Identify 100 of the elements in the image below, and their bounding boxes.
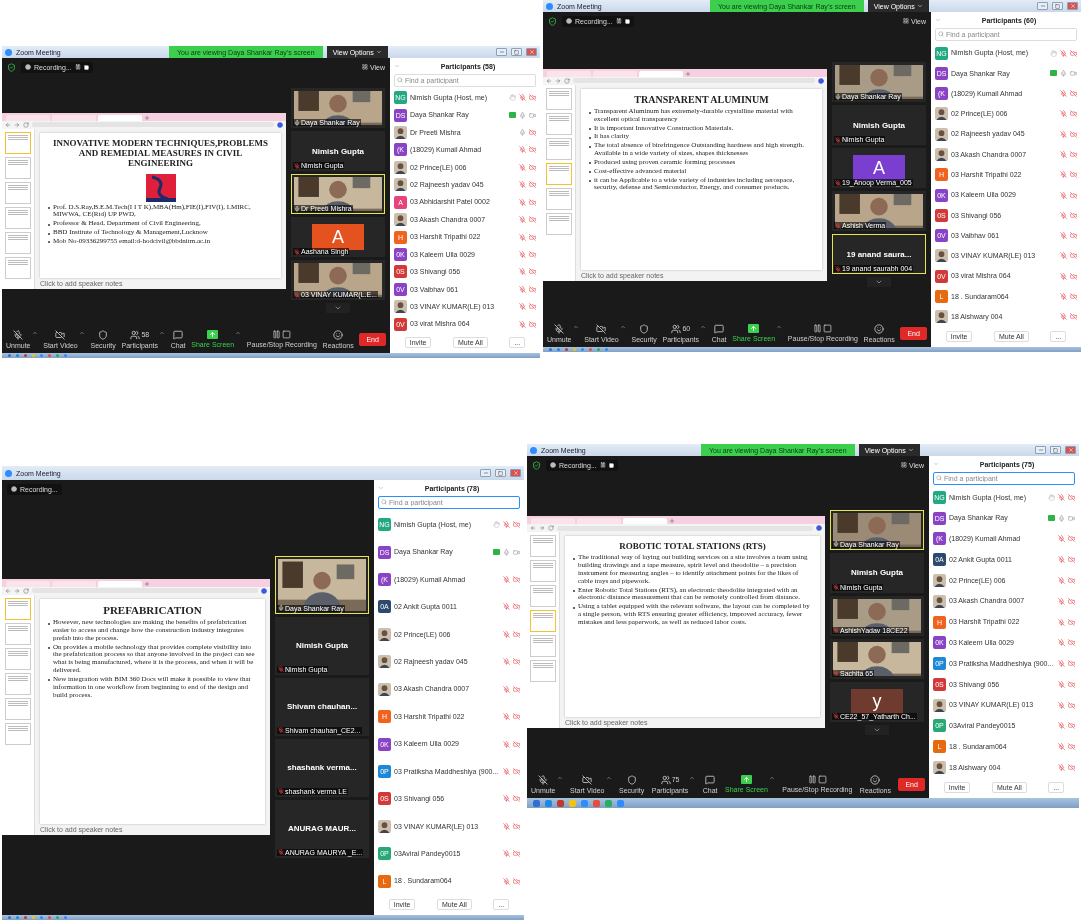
slide-thumbnail[interactable]: [530, 535, 556, 557]
address-field[interactable]: [573, 78, 815, 83]
taskbar-icon[interactable]: [8, 354, 11, 357]
taskbar-icon[interactable]: [8, 916, 11, 919]
browser-tab[interactable]: [98, 580, 142, 587]
taskbar-icon[interactable]: [56, 916, 59, 919]
caret-icon[interactable]: [159, 329, 166, 336]
caret-icon[interactable]: [235, 330, 242, 336]
collapse-icon[interactable]: [935, 17, 941, 23]
caret-icon[interactable]: [572, 323, 579, 330]
browser-tab[interactable]: [577, 518, 621, 524]
browser-tab[interactable]: [623, 518, 667, 524]
collapse-icon[interactable]: [378, 485, 384, 491]
scroll-down-button[interactable]: [326, 303, 350, 313]
minimize-button[interactable]: [480, 469, 491, 477]
slide-thumbnail[interactable]: [5, 722, 31, 745]
caret-icon[interactable]: [556, 774, 563, 781]
browser-tab[interactable]: [593, 70, 637, 77]
taskbar-icon[interactable]: [605, 348, 608, 351]
slide-thumbnail[interactable]: [530, 560, 556, 582]
taskbar-icon[interactable]: [40, 916, 43, 919]
slide-thumbnail[interactable]: [5, 156, 31, 179]
search-icon: [936, 475, 942, 481]
address-field[interactable]: [557, 525, 813, 531]
browser-tab[interactable]: [6, 114, 50, 121]
slide-thumbnail[interactable]: [5, 697, 31, 720]
taskbar-icon[interactable]: [32, 916, 35, 919]
close-button[interactable]: [526, 48, 537, 56]
slide-thumbnail[interactable]: [5, 672, 31, 695]
slide-thumbnail[interactable]: [546, 212, 572, 235]
maximize-button[interactable]: [1050, 446, 1061, 454]
maximize-button[interactable]: [1052, 2, 1063, 10]
slide-title: PREFABRICATION: [103, 603, 202, 617]
taskbar-icon[interactable]: [64, 916, 67, 919]
taskbar-icon[interactable]: [565, 348, 568, 351]
browser-tab[interactable]: [639, 70, 683, 77]
minimize-icon: [1039, 3, 1046, 9]
caret-icon[interactable]: [700, 323, 707, 330]
slide-thumbnail[interactable]: [546, 162, 572, 185]
taskbar-icon[interactable]: [597, 348, 600, 351]
caret-icon[interactable]: [689, 774, 696, 781]
browser-tab[interactable]: [531, 518, 575, 524]
slide-thumbnail[interactable]: [530, 660, 556, 682]
slide-thumbnail[interactable]: [530, 610, 556, 632]
taskbar-icon[interactable]: [581, 348, 584, 351]
taskbar-icon[interactable]: [32, 354, 35, 357]
caret-icon[interactable]: [619, 323, 626, 330]
scroll-down-button[interactable]: [867, 277, 891, 287]
slide-thumbnail[interactable]: [5, 231, 31, 254]
collapse-icon[interactable]: [394, 63, 400, 69]
caret-icon[interactable]: [768, 775, 775, 781]
address-field[interactable]: [32, 588, 258, 593]
taskbar-icon[interactable]: [573, 348, 576, 351]
slide-thumbnail[interactable]: [5, 647, 31, 670]
browser-tab[interactable]: [547, 70, 591, 77]
slide-thumbnail[interactable]: [5, 597, 31, 620]
caret-icon[interactable]: [31, 329, 38, 336]
minimize-button[interactable]: [496, 48, 507, 56]
maximize-button[interactable]: [511, 48, 522, 56]
taskbar-icon[interactable]: [64, 354, 67, 357]
browser-tab[interactable]: [52, 580, 96, 587]
back-icon: [546, 77, 552, 84]
collapse-icon[interactable]: [933, 461, 939, 467]
browser-tab[interactable]: [52, 114, 96, 121]
close-button[interactable]: [1067, 2, 1078, 10]
minimize-button[interactable]: [1037, 2, 1048, 10]
close-button[interactable]: [1065, 446, 1076, 454]
taskbar-icon[interactable]: [56, 354, 59, 357]
scroll-down-button[interactable]: [865, 724, 889, 735]
taskbar-icon[interactable]: [48, 354, 51, 357]
taskbar-icon[interactable]: [16, 916, 19, 919]
slide-thumbnail[interactable]: [546, 112, 572, 135]
taskbar-icon[interactable]: [557, 348, 560, 351]
slide-thumbnail[interactable]: [5, 622, 31, 645]
slide-thumbnail[interactable]: [5, 256, 31, 279]
taskbar-icon[interactable]: [40, 354, 43, 357]
address-field[interactable]: [32, 122, 274, 127]
slide-thumbnail[interactable]: [5, 181, 31, 204]
close-button[interactable]: [510, 469, 521, 477]
caret-icon[interactable]: [776, 324, 783, 330]
slide-thumbnail[interactable]: [546, 137, 572, 160]
slide-thumbnail[interactable]: [530, 585, 556, 607]
caret-icon[interactable]: [78, 329, 85, 336]
taskbar-icon[interactable]: [24, 916, 27, 919]
taskbar-icon[interactable]: [549, 348, 552, 351]
stop-icon: [624, 18, 630, 24]
taskbar-icon[interactable]: [16, 354, 19, 357]
slide-thumbnail[interactable]: [530, 635, 556, 657]
slide-thumbnail[interactable]: [546, 187, 572, 210]
slide-thumbnail[interactable]: [5, 206, 31, 229]
browser-tab[interactable]: [98, 114, 142, 121]
taskbar-icon[interactable]: [589, 348, 592, 351]
maximize-button[interactable]: [495, 469, 506, 477]
minimize-button[interactable]: [1035, 446, 1046, 454]
slide-thumbnail[interactable]: [546, 87, 572, 110]
caret-icon[interactable]: [605, 774, 612, 781]
taskbar-icon[interactable]: [48, 916, 51, 919]
browser-tab[interactable]: [6, 580, 50, 587]
slide-thumbnail[interactable]: [5, 131, 31, 154]
taskbar-icon[interactable]: [24, 354, 27, 357]
